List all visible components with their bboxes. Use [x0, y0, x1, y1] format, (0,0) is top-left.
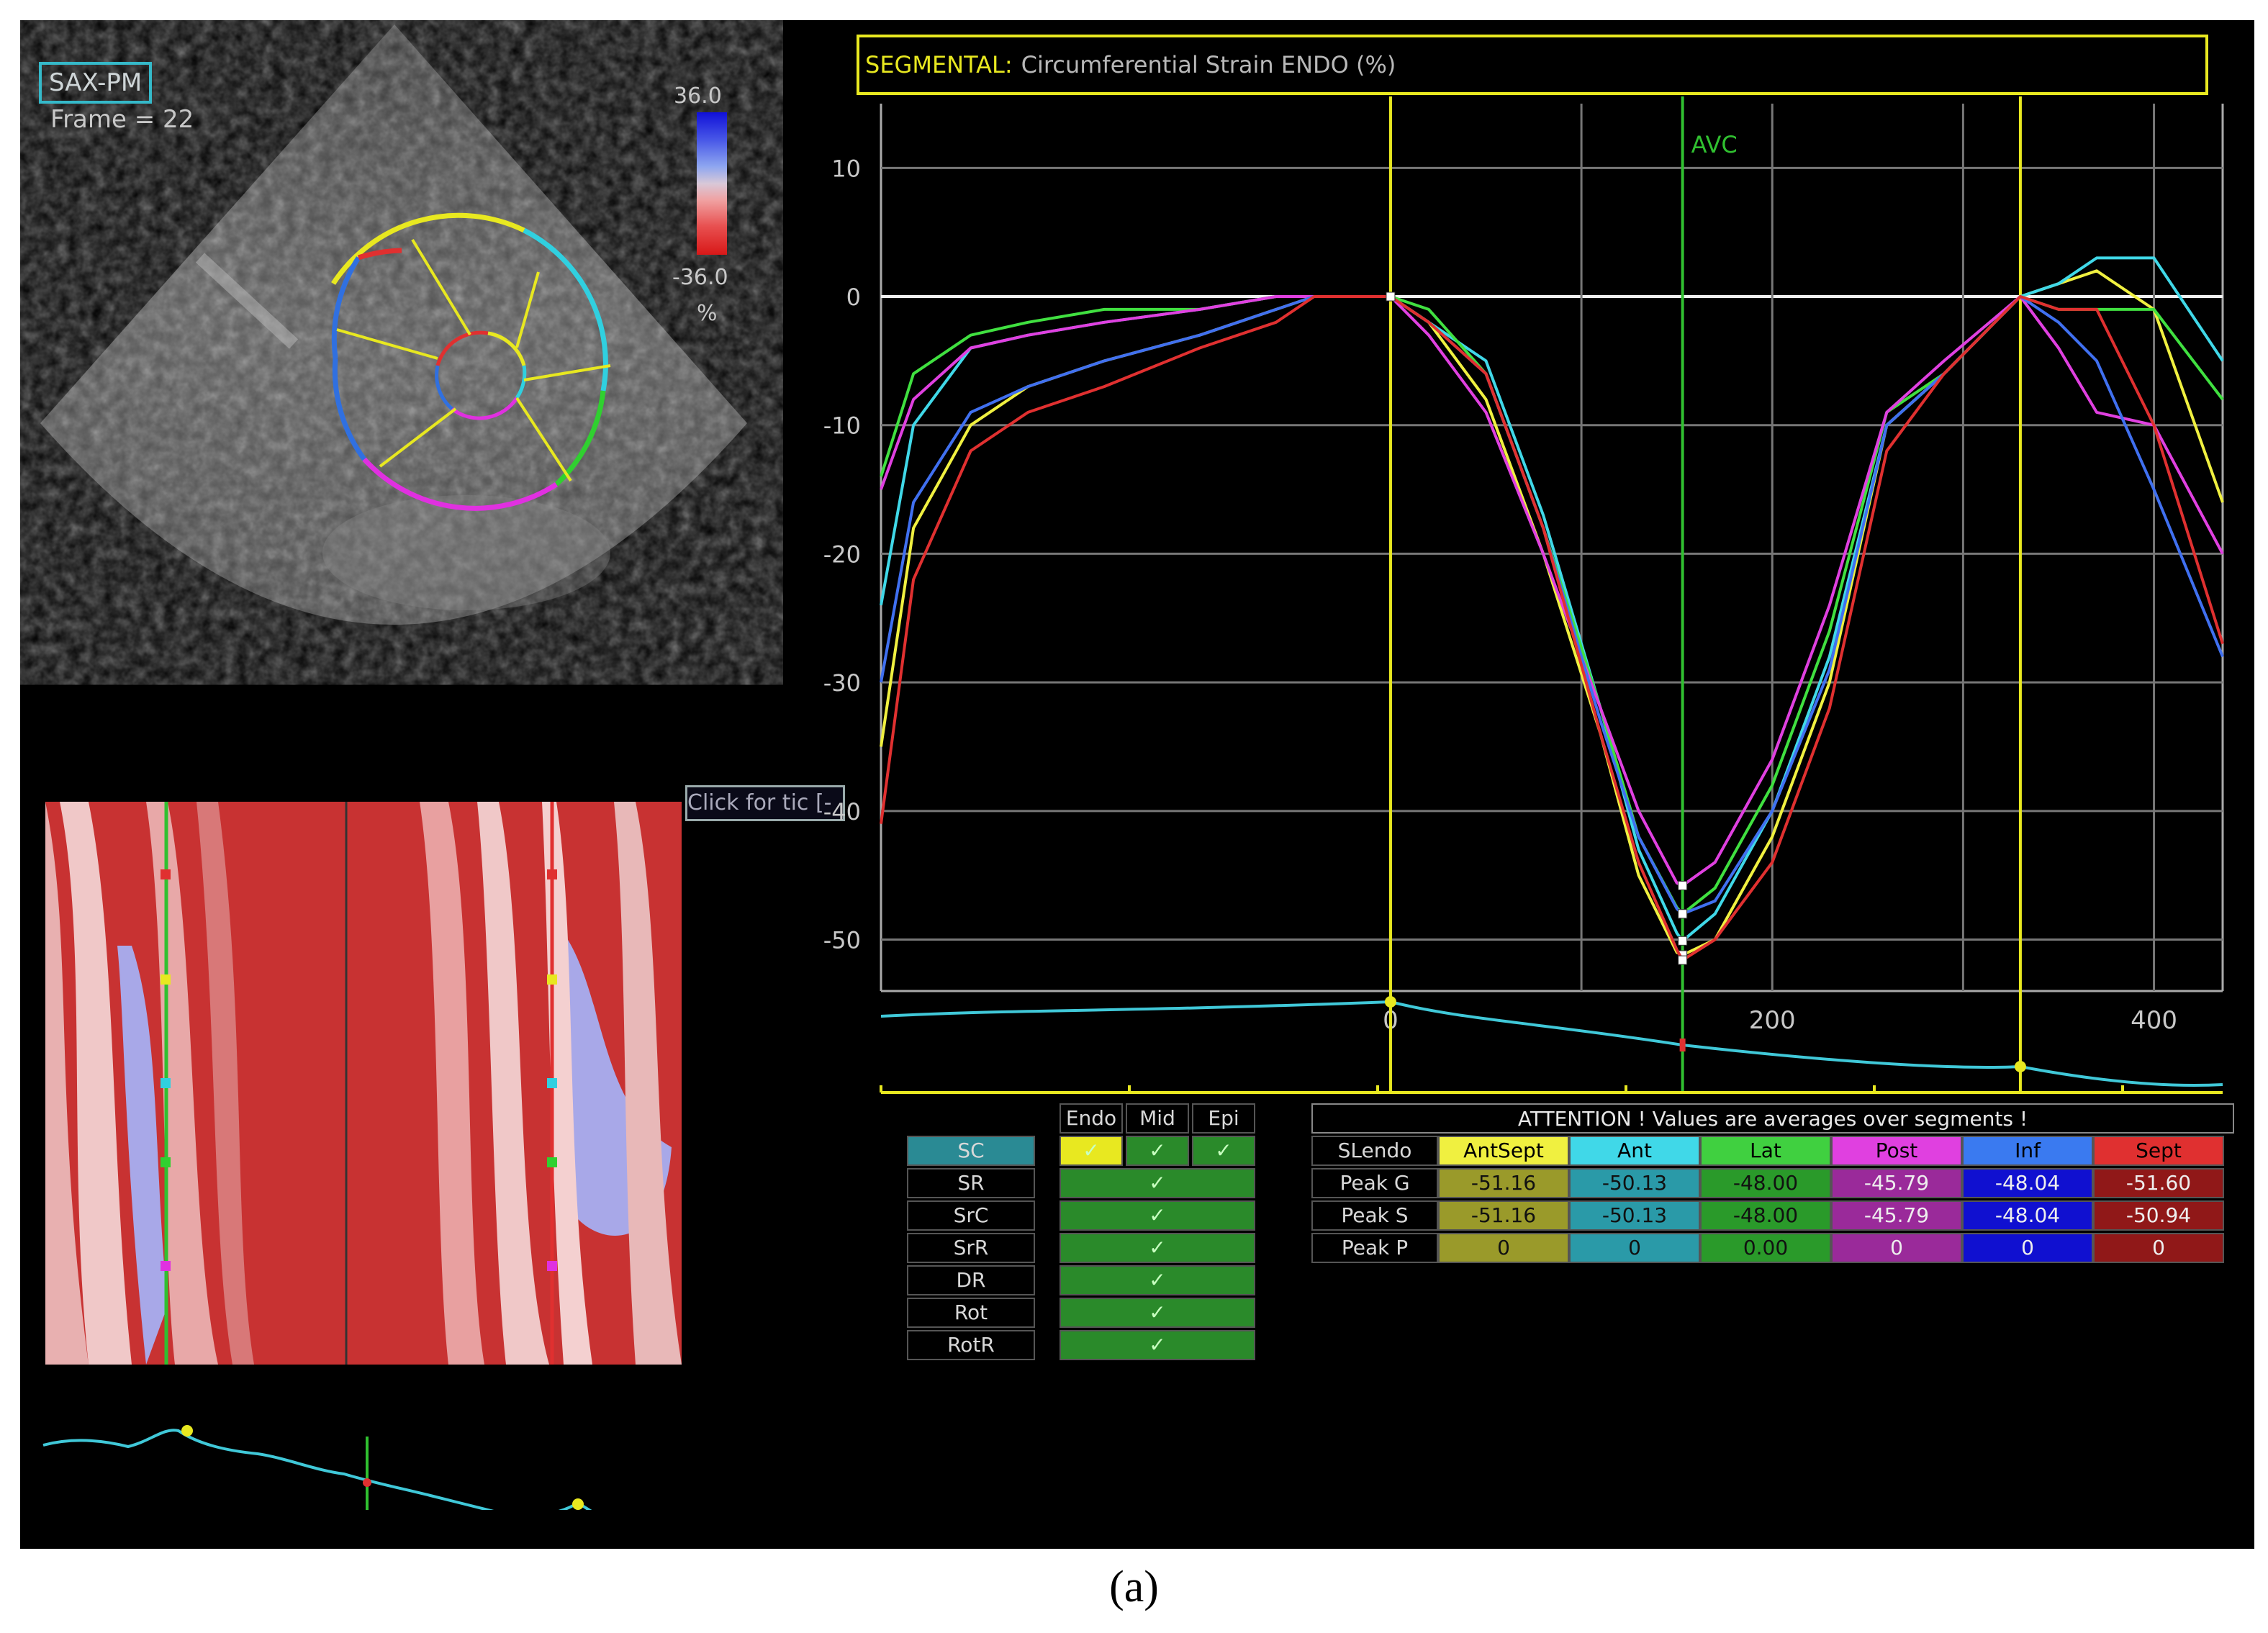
y-tick-label: 10 [831, 155, 861, 182]
echo-sector-image [40, 24, 747, 625]
colorbar-min-label: -36.0 [672, 265, 728, 290]
chart-title-text: Circumferential Strain ENDO (%) [1021, 51, 1396, 78]
checkbox-sc-endo[interactable]: ✓ [1060, 1136, 1123, 1166]
value-cell: -48.00 [1700, 1200, 1831, 1231]
y-tick-label: -20 [823, 540, 861, 568]
x-tick-label: 200 [1749, 1006, 1796, 1035]
segment-header-sept[interactable]: Sept [2093, 1136, 2224, 1166]
column-header-epi: Epi [1192, 1103, 1255, 1134]
peak-marker-inf [1678, 909, 1688, 919]
value-cell: 0 [1831, 1233, 1962, 1263]
ecg-marker-start [1384, 996, 1396, 1008]
row-label-sc[interactable]: SC [907, 1136, 1035, 1166]
value-cell: 0 [1569, 1233, 1700, 1263]
value-cell: 0 [1438, 1233, 1569, 1263]
value-cell: -50.94 [2093, 1200, 2224, 1231]
row-label-src[interactable]: SrC [907, 1200, 1035, 1231]
segment-header-post[interactable]: Post [1831, 1136, 1962, 1166]
x-tick-label: 400 [2131, 1006, 2177, 1035]
checkbox-sc-epi[interactable]: ✓ [1192, 1136, 1255, 1166]
column-header-mid: Mid [1126, 1103, 1189, 1134]
value-cell: -48.04 [1962, 1168, 2093, 1198]
value-cell: -51.16 [1438, 1200, 1569, 1231]
row-label-peak-p: Peak P [1311, 1233, 1438, 1263]
segment-header-inf[interactable]: Inf [1962, 1136, 2093, 1166]
chart-title-prefix: SEGMENTAL: [865, 51, 1013, 78]
row-label-dr[interactable]: DR [907, 1265, 1035, 1295]
colorbar-max-label: 36.0 [674, 83, 722, 109]
frame-number: Frame = 22 [50, 105, 194, 134]
column-header-endo: Endo [1060, 1103, 1123, 1134]
value-cell: 0 [2093, 1233, 2224, 1263]
checkbox-dr[interactable]: ✓ [1060, 1265, 1255, 1295]
y-tick-label: -10 [823, 412, 861, 440]
value-cell: -50.13 [1569, 1200, 1700, 1231]
y-tick-label: 0 [846, 284, 861, 311]
row-label-rotr[interactable]: RotR [907, 1330, 1035, 1360]
value-cell: -48.00 [1700, 1168, 1831, 1198]
colorbar-unit-label: % [697, 301, 718, 326]
strain-colorbar [697, 112, 727, 255]
figure-caption: (a) [1109, 1562, 1159, 1611]
ecg-avc-marker [1679, 1039, 1686, 1051]
event-marker-label: AVC [1691, 131, 1738, 158]
value-cell: 0 [1962, 1233, 2093, 1263]
checkbox-rot[interactable]: ✓ [1060, 1298, 1255, 1328]
ecg-marker-end [2014, 1061, 2026, 1072]
checkbox-rotr[interactable]: ✓ [1060, 1330, 1255, 1360]
segment-header-lat[interactable]: Lat [1700, 1136, 1831, 1166]
zero-point-marker [1386, 291, 1396, 302]
row-label-peak-s: Peak S [1311, 1200, 1438, 1231]
segment-header-ant[interactable]: Ant [1569, 1136, 1700, 1166]
chart-title-box: SEGMENTAL: Circumferential Strain ENDO (%… [857, 35, 2208, 95]
segment-header-antsept[interactable]: AntSept [1438, 1136, 1569, 1166]
peak-marker-post [1678, 880, 1688, 890]
checkbox-sc-mid[interactable]: ✓ [1126, 1136, 1189, 1166]
row-label-peak-g: Peak G [1311, 1168, 1438, 1198]
row-label-sr[interactable]: SR [907, 1168, 1035, 1198]
strain-line-chart: 100-10-20-30-40-500200400AVC [823, 96, 2224, 1094]
value-cell: -50.13 [1569, 1168, 1700, 1198]
ultrasound-screen: SAX-PM Frame = 22 36.0 -36.0 % Click for… [20, 20, 2254, 1549]
echo-image-panel: SAX-PM Frame = 22 36.0 -36.0 % [20, 20, 783, 783]
value-cell: -51.60 [2093, 1168, 2224, 1198]
checkbox-src[interactable]: ✓ [1060, 1200, 1255, 1231]
value-cell: -45.79 [1831, 1168, 1962, 1198]
view-label[interactable]: SAX-PM [39, 62, 153, 104]
value-cell: 0.00 [1700, 1233, 1831, 1263]
value-cell: -51.16 [1438, 1168, 1569, 1198]
checkbox-srr[interactable]: ✓ [1060, 1233, 1255, 1263]
y-tick-label: -50 [823, 927, 861, 954]
y-tick-label: -30 [823, 669, 861, 697]
mmode-strain-map[interactable] [45, 802, 682, 1365]
corner-label: SLendo [1311, 1136, 1438, 1166]
row-label-srr[interactable]: SrR [907, 1233, 1035, 1263]
y-tick-label: -40 [823, 798, 861, 825]
row-label-rot[interactable]: Rot [907, 1298, 1035, 1328]
attention-header: ATTENTION ! Values are averages over seg… [1311, 1103, 2234, 1134]
mmode-ecg-trace [42, 1425, 592, 1510]
peak-marker-sept [1678, 955, 1688, 965]
checkbox-sr[interactable]: ✓ [1060, 1168, 1255, 1198]
value-cell: -48.04 [1962, 1200, 2093, 1231]
value-cell: -45.79 [1831, 1200, 1962, 1231]
peak-marker-ant [1678, 936, 1688, 946]
click-for-tic-label: Click for tic [687, 790, 809, 815]
